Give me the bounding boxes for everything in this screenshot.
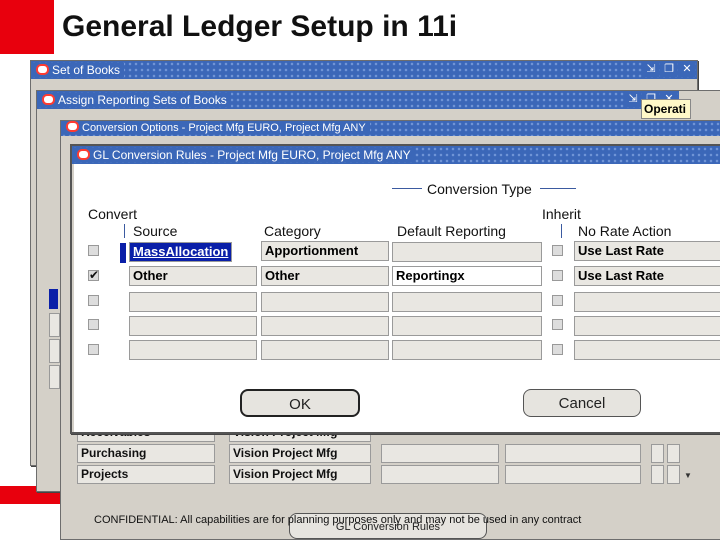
no-rate-action-field[interactable]: Use Last Rate <box>574 241 720 261</box>
row-indicator <box>120 243 126 263</box>
category-field[interactable]: Other <box>261 266 389 286</box>
table-cell[interactable] <box>505 444 641 463</box>
window-title: Assign Reporting Sets of Books <box>58 93 227 107</box>
inherit-checkbox[interactable] <box>552 270 563 281</box>
window-title: Conversion Options - Project Mfg EURO, P… <box>82 122 366 134</box>
table-cell-source[interactable]: Projects <box>77 465 215 484</box>
convert-label: Convert <box>88 206 138 222</box>
table-cell[interactable] <box>667 444 680 463</box>
group-rule-left <box>392 188 422 189</box>
oracle-logo-icon <box>42 94 55 105</box>
window-title: Set of Books <box>52 63 121 77</box>
left-field[interactable] <box>49 365 60 389</box>
scroll-down-icon[interactable]: ▼ <box>683 471 693 481</box>
arrow-icon[interactable]: ⇲ <box>643 62 659 77</box>
close-icon[interactable]: ✕ <box>679 62 695 77</box>
convert-checkbox[interactable] <box>88 344 99 355</box>
group-rule-right <box>540 188 576 189</box>
gl-conversion-rules-window[interactable]: GL Conversion Rules - Project Mfg EURO, … <box>70 144 720 434</box>
accent-block <box>0 0 54 54</box>
source-field[interactable] <box>129 340 257 360</box>
titlebar[interactable]: Set of Books ⇲ ❐ ✕ <box>31 61 697 79</box>
ok-button[interactable]: OK <box>240 389 360 417</box>
titlebar[interactable]: Conversion Options - Project Mfg EURO, P… <box>61 121 720 136</box>
table-cell[interactable] <box>381 465 499 484</box>
oracle-logo-icon <box>77 149 90 160</box>
column-header-default-reporting: Default Reporting <box>397 223 506 239</box>
source-field[interactable] <box>129 316 257 336</box>
category-field[interactable] <box>261 292 389 312</box>
default-reporting-field[interactable] <box>392 242 542 262</box>
column-header-category: Category <box>264 223 321 239</box>
no-rate-action-field[interactable]: Use Last Rate <box>574 266 720 286</box>
column-header-no-rate-action: No Rate Action <box>578 223 672 239</box>
inherit-checkbox[interactable] <box>552 245 563 256</box>
left-field[interactable] <box>49 313 60 337</box>
no-rate-action-field[interactable] <box>574 340 720 360</box>
source-field[interactable]: Other <box>129 266 257 286</box>
default-reporting-field[interactable] <box>392 316 542 336</box>
confidential-footer: CONFIDENTIAL: All capabilities are for p… <box>94 514 582 526</box>
table-cell[interactable] <box>651 444 664 463</box>
convert-checkbox[interactable] <box>88 245 99 256</box>
left-indicator <box>49 289 58 309</box>
slide-title: General Ledger Setup in 11i <box>62 10 458 43</box>
cancel-button[interactable]: Cancel <box>523 389 641 417</box>
default-reporting-field[interactable] <box>392 340 542 360</box>
restore-icon[interactable]: ❐ <box>661 62 677 77</box>
no-rate-action-field[interactable] <box>574 292 720 312</box>
button-label: Cancel <box>558 395 606 412</box>
oracle-logo-icon <box>36 64 49 75</box>
column-header-source: Source <box>133 223 178 239</box>
inherit-checkbox[interactable] <box>552 344 563 355</box>
inherit-checkbox[interactable] <box>552 319 563 330</box>
no-rate-action-field[interactable] <box>574 316 720 336</box>
convert-checkbox[interactable] <box>88 295 99 306</box>
default-reporting-field[interactable]: Reportingx <box>392 266 542 286</box>
convert-checkbox[interactable]: ✔ <box>88 269 99 281</box>
operating-unit-label: Operati <box>641 99 691 119</box>
table-cell-source[interactable]: Purchasing <box>77 444 215 463</box>
titlebar[interactable]: GL Conversion Rules - Project Mfg EURO, … <box>72 146 720 164</box>
table-cell[interactable] <box>667 465 680 484</box>
table-cell-sob[interactable]: Vision Project Mfg <box>229 465 371 484</box>
source-field[interactable] <box>129 292 257 312</box>
category-field[interactable] <box>261 316 389 336</box>
arrow-icon[interactable]: ⇲ <box>625 92 641 107</box>
left-field[interactable] <box>49 339 60 363</box>
titlebar[interactable]: Assign Reporting Sets of Books ⇲ ❐ ✕ <box>37 91 679 109</box>
conversion-type-label: Conversion Type <box>427 181 532 197</box>
button-label: OK <box>289 396 311 413</box>
category-field[interactable] <box>261 340 389 360</box>
column-divider <box>561 224 562 238</box>
source-field[interactable]: MassAllocation <box>129 242 232 262</box>
table-cell[interactable] <box>381 444 499 463</box>
inherit-label: Inherit <box>542 206 581 222</box>
category-field[interactable]: Apportionment <box>261 241 389 261</box>
table-cell-sob[interactable]: Vision Project Mfg <box>229 444 371 463</box>
oracle-logo-icon <box>66 121 79 132</box>
table-cell[interactable] <box>651 465 664 484</box>
column-divider <box>124 224 125 238</box>
convert-checkbox[interactable] <box>88 319 99 330</box>
window-title: GL Conversion Rules - Project Mfg EURO, … <box>93 148 411 162</box>
table-cell[interactable] <box>505 465 641 484</box>
default-reporting-field[interactable] <box>392 292 542 312</box>
inherit-checkbox[interactable] <box>552 295 563 306</box>
